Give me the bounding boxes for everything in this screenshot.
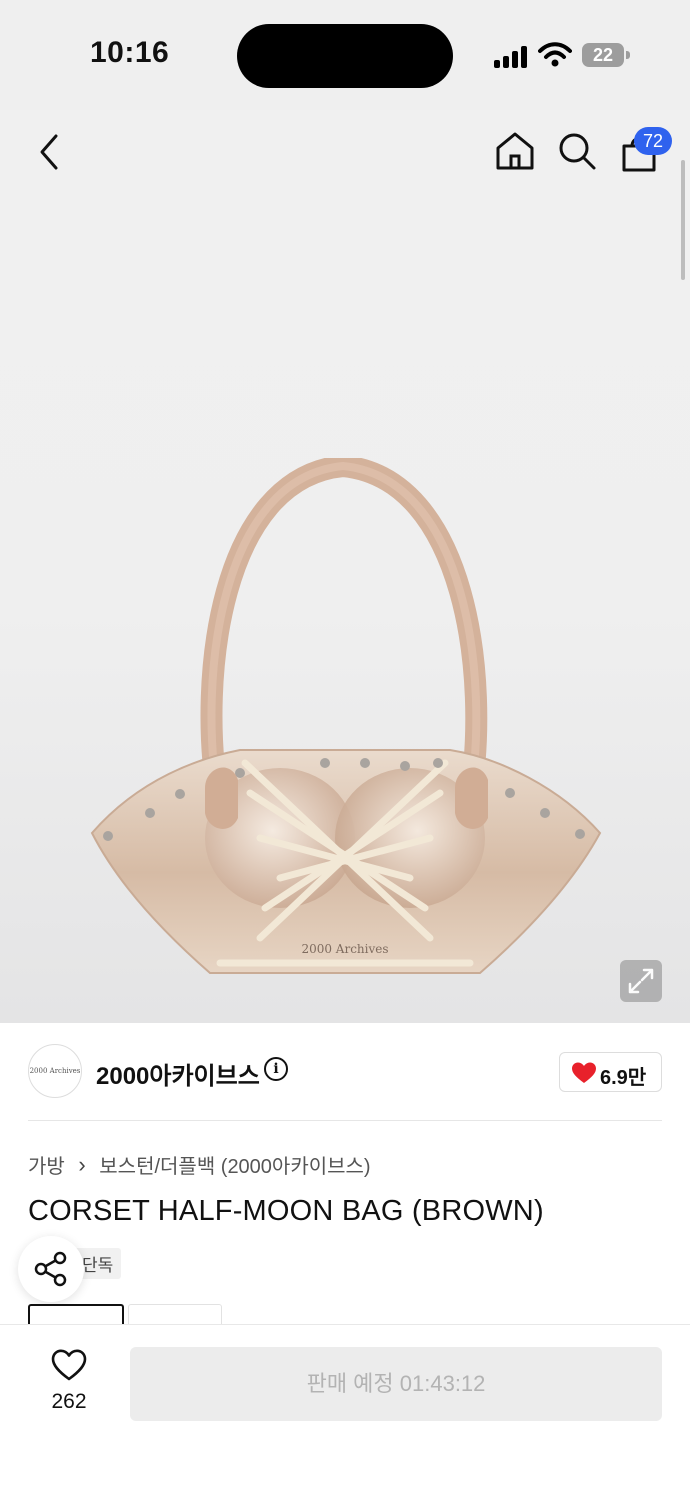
svg-text:2000 Archives: 2000 Archives [301, 942, 388, 956]
battery-cap [626, 51, 630, 59]
wifi-icon [538, 42, 572, 67]
product-image-area: 2000 Archives [0, 110, 690, 1023]
heart-filled-icon [572, 1062, 596, 1083]
chevron-right-icon: › [78, 1151, 86, 1177]
signal-icon [494, 44, 530, 68]
brand-logo[interactable]: 2000 Archives [28, 1044, 82, 1098]
status-bar: 10:16 22 [0, 0, 690, 110]
home-icon[interactable] [494, 130, 536, 172]
dynamic-island [237, 24, 453, 88]
brand-name[interactable]: 2000아카이브스 [96, 1056, 260, 1091]
status-time: 10:16 [90, 36, 170, 69]
heart-outline-icon [51, 1349, 87, 1381]
search-icon[interactable] [556, 130, 598, 172]
brand-row[interactable]: 2000 Archives 2000아카이브스 i 6.9만 [28, 1044, 662, 1100]
brand-like-count: 6.9만 [600, 1067, 647, 1089]
share-button[interactable] [18, 1236, 84, 1302]
back-button[interactable] [34, 132, 66, 172]
divider [28, 1120, 662, 1121]
breadcrumb: 가방 › 보스턴/더플백 (2000아카이브스) [28, 1150, 371, 1179]
share-icon [34, 1251, 67, 1287]
bottom-action-bar: 262 판매 예정 01:43:12 [0, 1324, 690, 1501]
cart-count-badge: 72 [634, 127, 672, 155]
wishlist-count: 262 [51, 1390, 87, 1413]
purchase-button[interactable]: 판매 예정 01:43:12 [130, 1347, 662, 1421]
expand-image-button[interactable] [620, 960, 662, 1002]
product-title: CORSET HALF-MOON BAG (BROWN) [28, 1195, 544, 1227]
expand-icon [628, 968, 654, 994]
wishlist-button[interactable]: 262 [38, 1349, 100, 1414]
info-icon[interactable]: i [264, 1057, 288, 1081]
breadcrumb-subcategory[interactable]: 보스턴/더플백 (2000아카이브스) [99, 1156, 370, 1178]
battery-indicator: 22 [582, 43, 624, 67]
product-image[interactable]: 2000 Archives [80, 458, 610, 988]
breadcrumb-category[interactable]: 가방 [28, 1156, 65, 1178]
scrollbar[interactable] [681, 160, 685, 280]
brand-like-button[interactable]: 6.9만 [559, 1052, 662, 1092]
